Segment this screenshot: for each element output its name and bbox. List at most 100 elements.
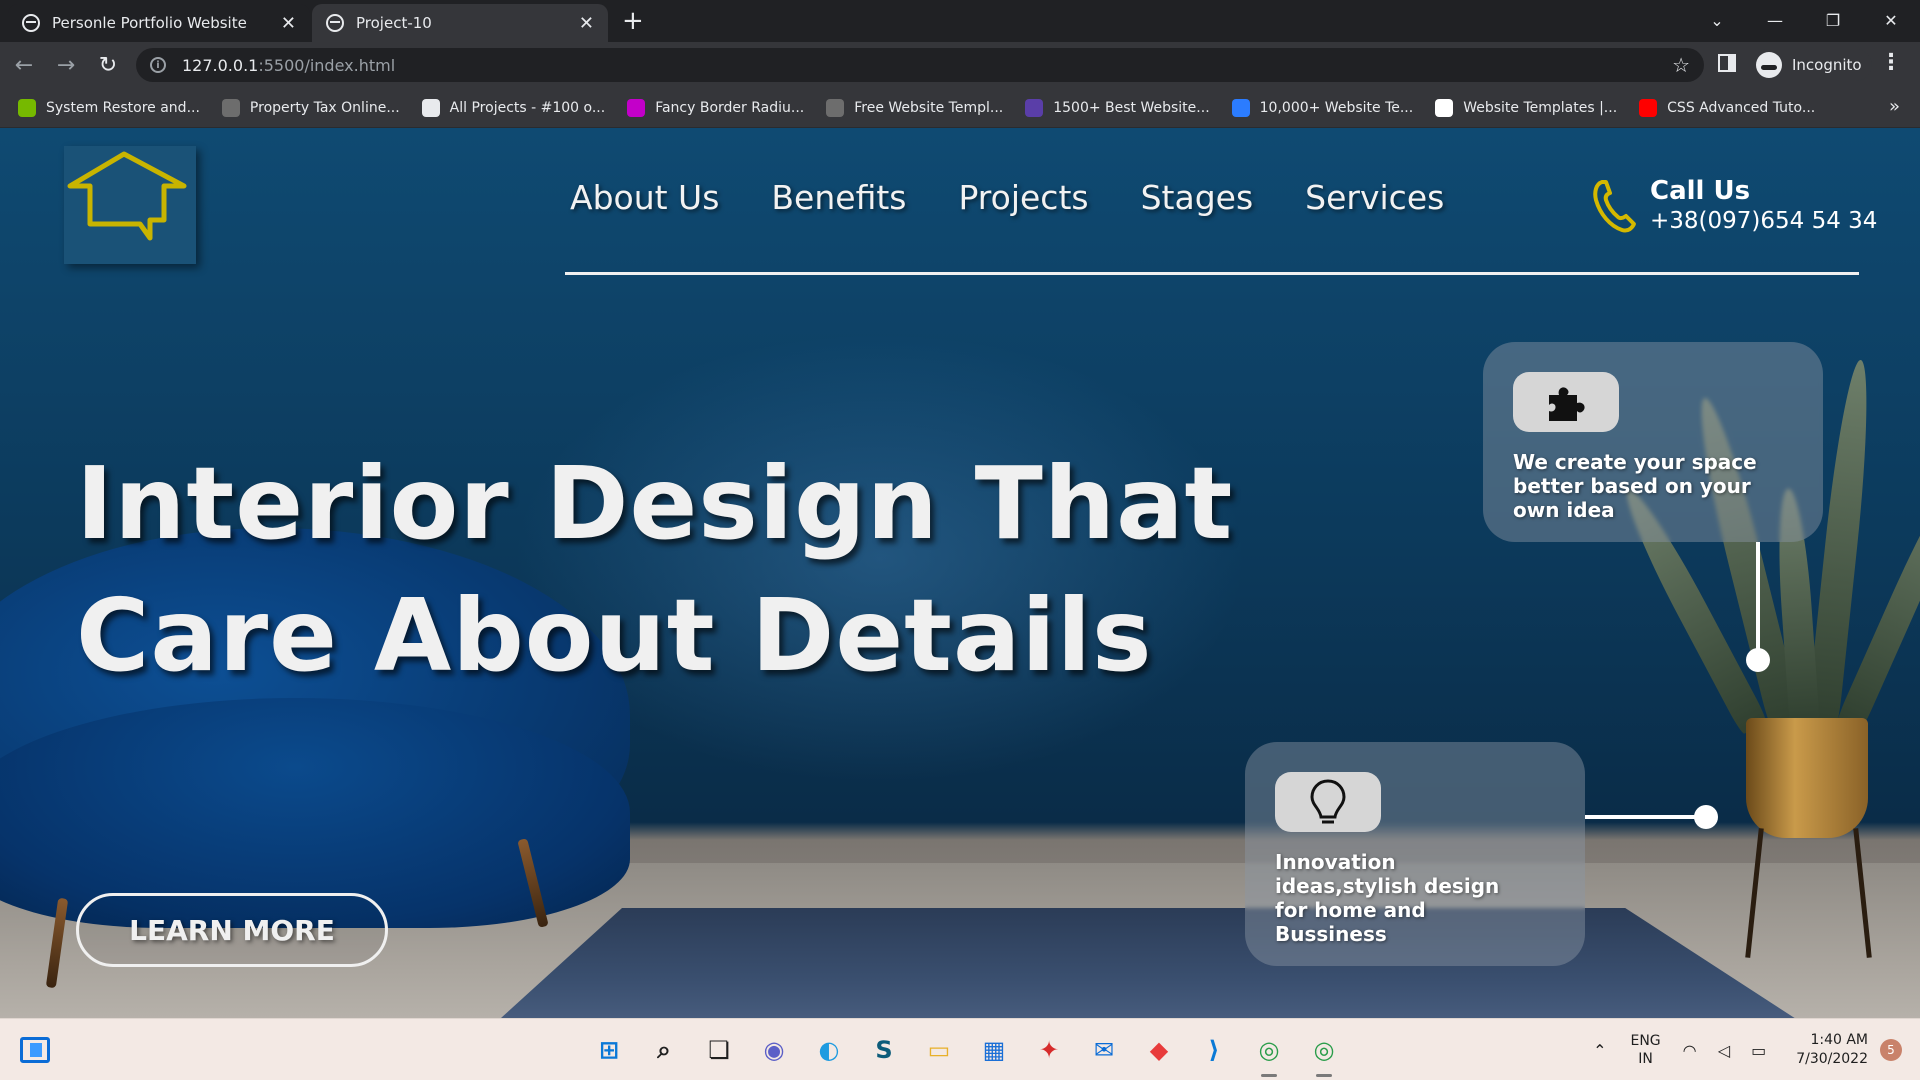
connector-dot: [1694, 805, 1718, 829]
bookmark-label: System Restore and...: [46, 99, 200, 116]
hero-title-line-1: Interior Design That: [76, 445, 1234, 562]
mail-icon[interactable]: ✉: [1083, 1029, 1125, 1071]
feature-card-idea: We create your space better based on you…: [1483, 342, 1823, 542]
site-info-icon[interactable]: i: [150, 57, 166, 73]
globe-icon: [826, 98, 845, 117]
youtube-icon: [1639, 98, 1658, 117]
feature-card-text: Innovation ideas,stylish design for home…: [1275, 850, 1500, 946]
colorlib-icon: [1025, 98, 1044, 117]
phone-number[interactable]: +38(097)654 54 34: [1650, 208, 1877, 234]
incognito-badge[interactable]: Incognito: [1752, 49, 1872, 81]
store-icon[interactable]: ▦: [973, 1029, 1015, 1071]
incognito-label: Incognito: [1792, 56, 1862, 74]
learn-more-button[interactable]: LEARN MORE: [76, 893, 388, 967]
puzzle-icon: [1513, 372, 1619, 432]
hero-title: Interior Design That Care About Details: [76, 438, 1276, 702]
more-bookmarks-icon[interactable]: »: [1889, 96, 1900, 117]
bookmark-item[interactable]: 10,000+ Website Te...: [1231, 98, 1413, 117]
gift-icon[interactable]: ✦: [1028, 1029, 1070, 1071]
globe-icon: [221, 98, 240, 117]
nav-projects[interactable]: Projects: [958, 178, 1088, 217]
wifi-volume-battery-icon[interactable]: ◠ ◁ ▭: [1683, 1041, 1775, 1060]
bookmark-item[interactable]: CSS Advanced Tuto...: [1639, 98, 1815, 117]
plant-pot: [1746, 718, 1868, 838]
call-us-block[interactable]: Call Us +38(097)654 54 34: [1590, 176, 1877, 234]
edge-icon[interactable]: ◐: [808, 1029, 850, 1071]
minimize-icon[interactable]: —: [1746, 11, 1804, 30]
feature-card-innovation: Innovation ideas,stylish design for home…: [1245, 742, 1585, 966]
wix-icon: [1435, 98, 1454, 117]
nav-underline: [565, 272, 1859, 275]
fancy-border-icon: [627, 98, 646, 117]
bookmark-label: 1500+ Best Website...: [1053, 99, 1210, 116]
tab-project-10[interactable]: Project-10 ✕: [312, 4, 608, 42]
clock-date: 7/30/2022: [1796, 1051, 1868, 1067]
nav-services[interactable]: Services: [1305, 178, 1444, 217]
back-icon[interactable]: ←: [6, 53, 42, 78]
widgets-icon[interactable]: [20, 1037, 50, 1063]
bookmark-label: Fancy Border Radiu...: [655, 99, 805, 116]
nav-about-us[interactable]: About Us: [570, 178, 719, 217]
bookmark-item[interactable]: All Projects - #100 o...: [421, 98, 606, 117]
taskbar-apps: ⊞ ⌕ ❏ ◉ ◐ S ▭ ▦ ✦ ✉ ◆ ⟩ ◎ ◎: [588, 1029, 1358, 1077]
url-host: 127.0.0.1: [182, 55, 259, 75]
bookmark-label: All Projects - #100 o...: [449, 99, 606, 116]
tab-title: Project-10: [356, 14, 432, 32]
teams-icon[interactable]: ◉: [753, 1029, 795, 1071]
file-explorer-icon[interactable]: ▭: [918, 1029, 960, 1071]
bookmark-item[interactable]: 1500+ Best Website...: [1025, 98, 1210, 117]
language-code: ENG: [1630, 1033, 1661, 1049]
start-icon[interactable]: ⊞: [588, 1029, 630, 1071]
chrome-icon[interactable]: ◎: [1248, 1029, 1290, 1077]
bookmark-star-icon[interactable]: ☆: [1672, 53, 1690, 77]
vscode-icon[interactable]: ⟩: [1193, 1029, 1235, 1071]
bookmark-item[interactable]: Website Templates |...: [1435, 98, 1618, 117]
codepen-icon: [421, 98, 440, 117]
rug-image: [490, 908, 1810, 1018]
tab-title: Personle Portfolio Website: [52, 14, 247, 32]
task-view-icon[interactable]: ❏: [698, 1029, 740, 1071]
window-controls: ⌄ — ❐ ✕: [1688, 0, 1920, 40]
url-path: :5500/index.html: [258, 55, 396, 75]
close-icon[interactable]: ✕: [281, 13, 296, 34]
system-tray: ⌃ ENG IN ◠ ◁ ▭ 1:40 AM 7/30/2022 5: [1593, 1019, 1920, 1080]
region-code: IN: [1638, 1051, 1653, 1067]
reload-icon[interactable]: ↻: [90, 53, 126, 78]
menu-icon[interactable]: ⋮: [1880, 50, 1902, 75]
language-indicator[interactable]: ENG IN: [1630, 1032, 1660, 1068]
chrome-profile-icon[interactable]: ◎: [1303, 1029, 1345, 1077]
window-close-icon[interactable]: ✕: [1862, 11, 1920, 30]
restore-icon[interactable]: ❐: [1804, 11, 1862, 30]
show-hidden-icons-icon[interactable]: ⌃: [1593, 1041, 1606, 1060]
bookmark-label: Property Tax Online...: [249, 99, 400, 116]
clock-time: 1:40 AM: [1810, 1032, 1868, 1048]
forward-icon[interactable]: →: [48, 53, 84, 78]
connector-dot: [1746, 648, 1770, 672]
site-logo[interactable]: [64, 146, 196, 264]
anydesk-icon[interactable]: ◆: [1138, 1029, 1180, 1071]
app-s-icon[interactable]: S: [863, 1029, 905, 1071]
new-tab-button[interactable]: +: [622, 6, 644, 36]
bookmark-item[interactable]: Free Website Templ...: [826, 98, 1004, 117]
main-nav: About Us Benefits Projects Stages Servic…: [570, 178, 1444, 217]
windows-taskbar: ⊞ ⌕ ❏ ◉ ◐ S ▭ ▦ ✦ ✉ ◆ ⟩ ◎ ◎ ⌃ ENG IN ◠ ◁ ▭ 1:40 AM 7/…: [0, 1018, 1920, 1080]
house-logo-icon: [67, 151, 187, 241]
bookmark-item[interactable]: Fancy Border Radiu...: [627, 98, 805, 117]
side-panel-icon[interactable]: [1718, 54, 1736, 72]
tab-search-icon[interactable]: ⌄: [1688, 11, 1746, 30]
bookmark-label: Free Website Templ...: [854, 99, 1004, 116]
address-bar[interactable]: i 127.0.0.1 :5500/index.html ☆: [136, 48, 1704, 82]
close-icon[interactable]: ✕: [579, 13, 594, 34]
phone-icon: [1593, 180, 1636, 233]
connector-line: [1756, 542, 1760, 652]
search-icon[interactable]: ⌕: [643, 1029, 685, 1071]
notification-badge[interactable]: 5: [1880, 1039, 1902, 1061]
bookmark-item[interactable]: Property Tax Online...: [221, 98, 400, 117]
browser-toolbar: ← → ↻ i 127.0.0.1 :5500/index.html ☆: [0, 42, 1920, 88]
bookmark-label: Website Templates |...: [1463, 99, 1618, 116]
bookmark-item[interactable]: System Restore and...: [18, 98, 200, 117]
nav-benefits[interactable]: Benefits: [771, 178, 906, 217]
tab-portfolio[interactable]: Personle Portfolio Website ✕: [8, 4, 310, 42]
clock[interactable]: 1:40 AM 7/30/2022: [1796, 1031, 1868, 1069]
nav-stages[interactable]: Stages: [1141, 178, 1254, 217]
